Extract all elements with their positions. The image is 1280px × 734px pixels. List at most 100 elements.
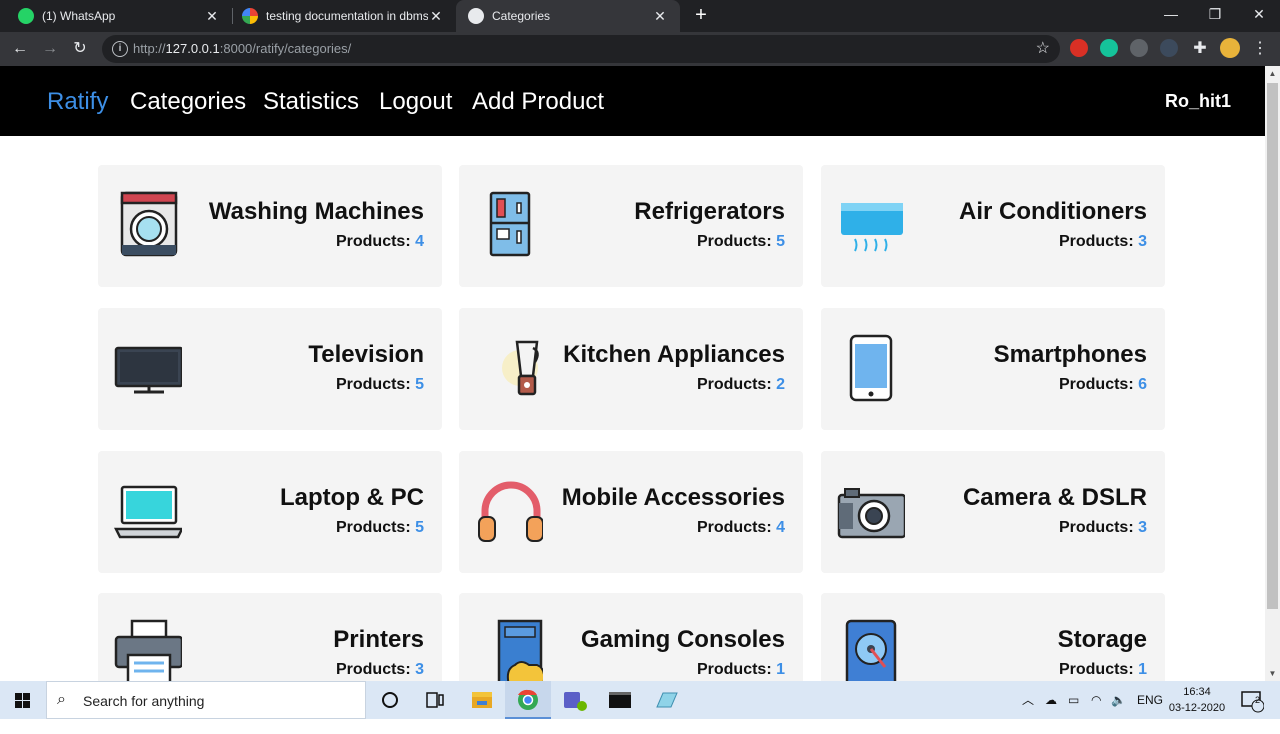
notification-count: 2 <box>1255 695 1261 705</box>
reload-icon[interactable]: ↻ <box>69 38 91 60</box>
scroll-up-arrow-icon[interactable]: ▲ <box>1265 66 1280 81</box>
tab-whatsapp[interactable]: (1) WhatsApp ✕ <box>0 0 232 32</box>
taskbar-clock[interactable]: 16:34 03-12-2020 <box>1162 684 1232 716</box>
product-count-value: 3 <box>1138 233 1147 250</box>
menu-kebab-icon[interactable]: ⋮ <box>1249 38 1271 60</box>
cortana-icon[interactable] <box>367 681 413 719</box>
wifi-icon[interactable]: ◠ <box>1091 681 1101 719</box>
browser-tab-strip: (1) WhatsApp ✕ testing documentation in … <box>0 0 1280 32</box>
hard-drive-icon <box>845 619 897 681</box>
language-indicator[interactable]: ENG <box>1137 681 1163 719</box>
gaming-console-icon <box>497 619 543 681</box>
headphones-icon <box>478 481 543 542</box>
tab-close-icon[interactable]: ✕ <box>428 8 444 24</box>
category-card-washing-machines[interactable]: Washing Machines Products: 4 <box>98 165 442 287</box>
laptop-icon <box>114 485 182 539</box>
products-label: Products: <box>1058 661 1134 678</box>
extension-red-icon[interactable] <box>1070 39 1088 57</box>
tray-chevron-up-icon[interactable]: ︿ <box>1022 681 1034 719</box>
terminal-icon[interactable] <box>597 681 643 719</box>
product-count: Products: 1 <box>697 661 785 679</box>
whatsapp-icon <box>18 8 34 24</box>
tab-close-icon[interactable]: ✕ <box>204 8 220 24</box>
search-icon: ⌕ <box>57 691 66 708</box>
category-card-smartphones[interactable]: Smartphones Products: 6 <box>821 308 1165 430</box>
product-count: Products: 4 <box>697 519 785 537</box>
category-name: Air Conditioners <box>958 198 1147 225</box>
minimize-button[interactable]: — <box>1149 0 1193 30</box>
nav-statistics[interactable]: Statistics <box>263 88 359 116</box>
product-count: Products: 1 <box>1059 661 1147 679</box>
category-name: Gaming Consoles <box>580 626 785 653</box>
product-count-value: 2 <box>776 376 785 393</box>
category-card-gaming-consoles[interactable]: Gaming Consoles Products: 1 <box>459 593 803 681</box>
products-label: Products: <box>1058 519 1134 536</box>
refrigerator-icon <box>489 191 531 257</box>
page-scrollbar[interactable]: ▲ ▼ <box>1265 66 1280 681</box>
product-count-value: 3 <box>415 661 424 678</box>
category-card-laptop-pc[interactable]: Laptop & PC Products: 5 <box>98 451 442 573</box>
chrome-taskbar-icon[interactable] <box>505 681 551 719</box>
onedrive-cloud-icon[interactable]: ☁ <box>1045 681 1057 719</box>
teams-icon[interactable] <box>551 681 597 719</box>
scroll-thumb[interactable] <box>1267 83 1278 609</box>
user-name[interactable]: Ro_hit1 <box>1165 91 1231 112</box>
tab-testing-documentation[interactable]: testing documentation in dbms - ✕ <box>224 0 456 32</box>
url-host: 127.0.0.1 <box>165 41 220 56</box>
grammarly-icon[interactable] <box>1100 39 1118 57</box>
category-card-storage[interactable]: Storage Products: 1 <box>821 593 1165 681</box>
battery-icon[interactable]: ▭ <box>1068 681 1079 719</box>
taskbar-search-input[interactable]: ⌕ Search for anything <box>46 681 366 719</box>
products-label: Products: <box>335 661 411 678</box>
category-card-air-conditioners[interactable]: Air Conditioners Products: 3 <box>821 165 1165 287</box>
file-explorer-icon[interactable] <box>459 681 505 719</box>
extensions-puzzle-icon[interactable]: ✚ <box>1189 38 1211 60</box>
extension-react-icon[interactable] <box>1130 39 1148 57</box>
brand-link[interactable]: Ratify <box>47 88 108 116</box>
site-info-icon[interactable]: i <box>112 41 128 57</box>
products-label: Products: <box>696 376 772 393</box>
product-count-value: 3 <box>1138 519 1147 536</box>
address-bar[interactable]: i http://127.0.0.1:8000/ratify/categorie… <box>102 35 1060 63</box>
nav-categories[interactable]: Categories <box>130 88 246 116</box>
category-card-printers[interactable]: Printers Products: 3 <box>98 593 442 681</box>
category-card-refrigerators[interactable]: Refrigerators Products: 5 <box>459 165 803 287</box>
products-label: Products: <box>1058 376 1134 393</box>
notifications-icon[interactable]: 2 <box>1240 681 1265 719</box>
forward-icon[interactable]: → <box>39 38 61 60</box>
app-notepad-icon[interactable] <box>643 681 689 719</box>
volume-icon[interactable]: 🔈 <box>1111 681 1126 719</box>
category-name: Refrigerators <box>634 198 785 225</box>
new-tab-button[interactable]: + <box>690 5 712 27</box>
category-card-mobile-accessories[interactable]: Mobile Accessories Products: 4 <box>459 451 803 573</box>
close-window-button[interactable]: ✕ <box>1237 0 1280 30</box>
bookmark-star-icon[interactable]: ☆ <box>1036 38 1050 58</box>
category-card-camera-dslr[interactable]: Camera & DSLR Products: 3 <box>821 451 1165 573</box>
product-count: Products: 5 <box>336 376 424 394</box>
back-icon[interactable]: ← <box>9 38 31 60</box>
category-name: Camera & DSLR <box>962 484 1147 511</box>
category-name: Smartphones <box>993 341 1147 368</box>
task-view-icon[interactable] <box>412 681 458 719</box>
product-count: Products: 3 <box>336 661 424 679</box>
products-label: Products: <box>335 233 411 250</box>
profile-avatar-icon[interactable] <box>1220 38 1240 58</box>
clock-time: 16:34 <box>1183 686 1211 698</box>
windows-start-icon[interactable] <box>0 681 46 719</box>
scroll-down-arrow-icon[interactable]: ▼ <box>1265 666 1280 681</box>
washing-machine-icon <box>120 191 178 257</box>
url-text[interactable]: http://127.0.0.1:8000/ratify/categories/ <box>133 41 351 56</box>
tab-categories[interactable]: Categories ✕ <box>456 0 680 32</box>
tab-close-icon[interactable]: ✕ <box>652 8 668 24</box>
category-card-television[interactable]: Television Products: 5 <box>98 308 442 430</box>
products-label: Products: <box>335 376 411 393</box>
product-count: Products: 6 <box>1059 376 1147 394</box>
restore-button[interactable]: ❐ <box>1193 0 1237 30</box>
nav-logout[interactable]: Logout <box>379 88 452 116</box>
nav-add-product[interactable]: Add Product <box>472 88 604 116</box>
category-card-kitchen-appliances[interactable]: Kitchen Appliances Products: 2 <box>459 308 803 430</box>
globe-icon <box>468 8 484 24</box>
product-count-value: 4 <box>415 233 424 250</box>
smartphone-icon <box>849 334 893 402</box>
extension-dark-icon[interactable] <box>1160 39 1178 57</box>
